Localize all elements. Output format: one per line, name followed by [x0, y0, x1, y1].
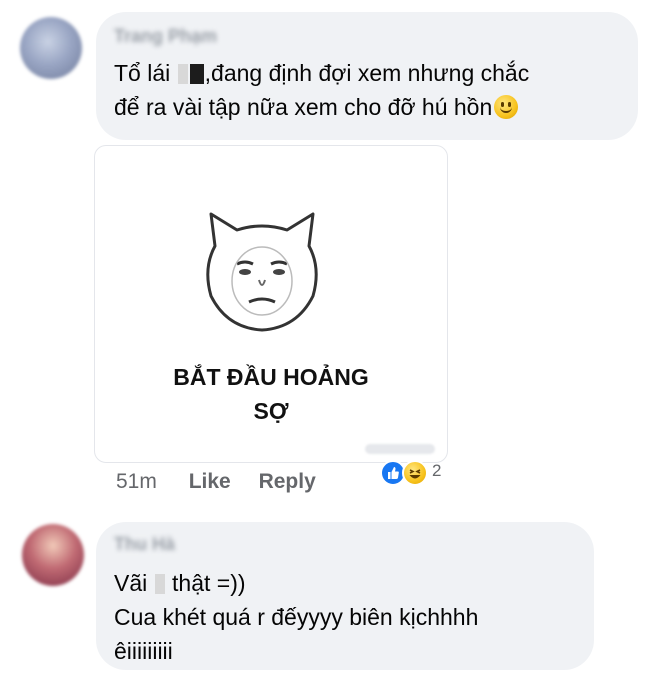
- comment-text-segment: Vãi: [114, 570, 148, 596]
- cat-face-sticker-icon: [206, 212, 318, 332]
- comment-text-segment: Tổ lái: [114, 60, 171, 86]
- slightly-smiling-face-icon: [494, 95, 519, 119]
- reaction-count: 2: [432, 461, 442, 480]
- comment-text-line: Vãi thật =)): [114, 566, 478, 600]
- watermark: [365, 444, 435, 454]
- sticker-caption-line: SỢ: [253, 398, 289, 424]
- comment-text-line: Cua khét quá r đếyyyy biên kịchhhh: [114, 604, 479, 630]
- comment-text-segment: ,đang định đợi xem nhưng chắc: [204, 60, 530, 86]
- redacted-mark: [177, 64, 188, 84]
- comment-text-line: Tổ lái ,đang định đợi xem nhưng chắc: [114, 56, 529, 90]
- reply-button[interactable]: Reply: [259, 470, 316, 494]
- avatar[interactable]: [20, 17, 82, 79]
- like-button[interactable]: Like: [189, 470, 231, 494]
- comment-meta: 51m Like Reply: [116, 470, 338, 494]
- sticker-attachment[interactable]: BẮT ĐẦU HOẢNG SỢ: [94, 145, 448, 463]
- comment-text: Vãi thật =)) Cua khét quá r đếyyyy biên …: [114, 566, 478, 668]
- haha-icon: [402, 460, 428, 486]
- comment-author-name[interactable]: Thu Hà: [114, 534, 175, 555]
- comment-text: Tổ lái ,đang định đợi xem nhưng chắc để …: [114, 56, 529, 124]
- redacted-mark: [154, 574, 165, 594]
- avatar[interactable]: [22, 524, 84, 586]
- comment-text-line: để ra vài tập nữa xem cho đỡ hú hồn: [114, 90, 529, 124]
- comment-timestamp[interactable]: 51m: [116, 470, 157, 494]
- sticker-caption-line: BẮT ĐẦU HOẢNG: [173, 364, 369, 390]
- comment-text-segment: thật =)): [172, 570, 246, 596]
- comment-author-name[interactable]: Trang Phạm: [114, 26, 217, 47]
- comment-text-line: êiiiiiiiii: [114, 638, 173, 664]
- sticker-caption: BẮT ĐẦU HOẢNG SỢ: [95, 360, 447, 428]
- comment-text-segment: để ra vài tập nữa xem cho đỡ hú hồn: [114, 94, 493, 120]
- redacted-mark: [189, 64, 204, 84]
